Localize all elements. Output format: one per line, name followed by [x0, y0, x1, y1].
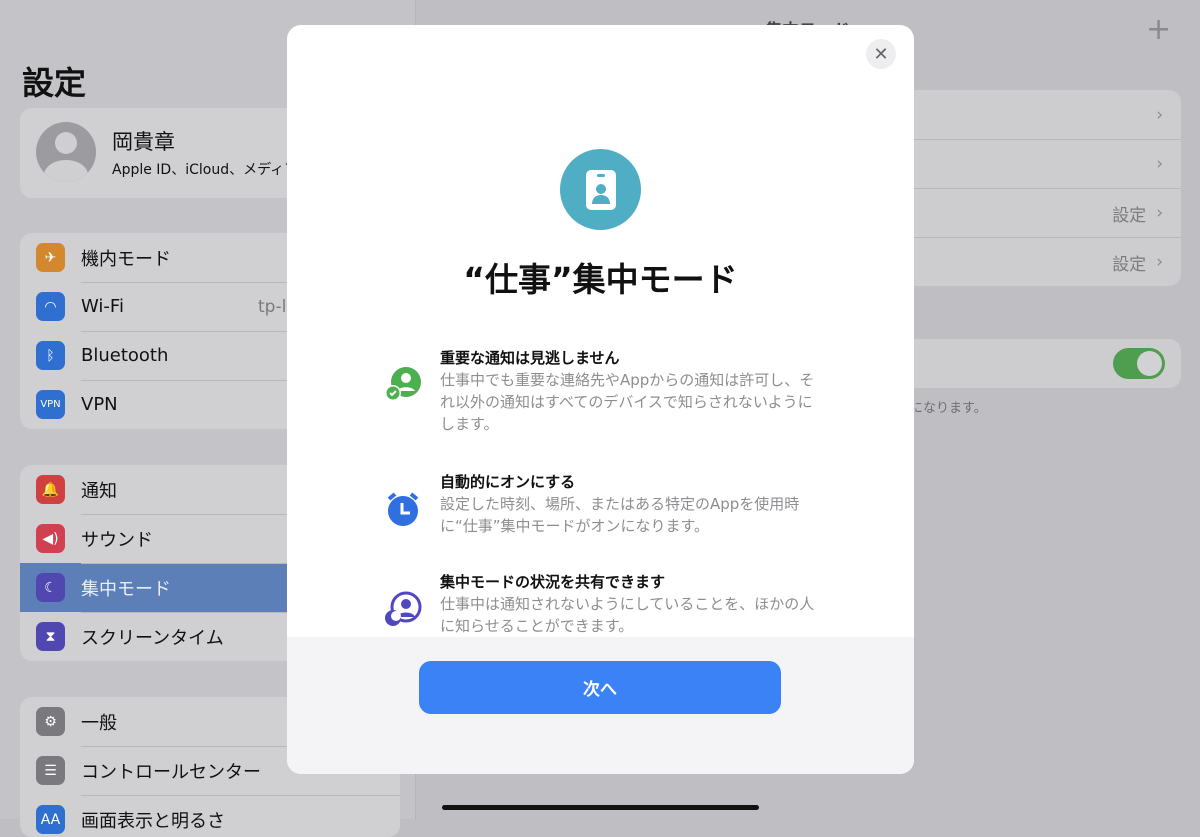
chevron-right-icon: ›	[1156, 203, 1163, 223]
alarm-clock-icon	[383, 489, 423, 529]
sidebar-item-value: tp-l	[258, 296, 287, 317]
focus-row[interactable]: ›	[900, 90, 1181, 139]
avatar	[36, 122, 96, 182]
sidebar-item-label: サウンド	[81, 529, 153, 551]
profile-name: 岡貴章	[112, 130, 175, 154]
share-toggle[interactable]	[1113, 348, 1165, 379]
sidebar-item-label: 一般	[81, 712, 117, 734]
gear-icon: ⚙	[36, 707, 65, 736]
sidebar-item-label: 通知	[81, 480, 117, 502]
sidebar-item-label: Bluetooth	[81, 345, 169, 366]
feature-heading: 重要な通知は見逃しません	[440, 349, 620, 367]
home-indicator	[442, 805, 759, 810]
wifi-icon: ◠	[36, 292, 65, 321]
moon-icon: ☾	[36, 573, 65, 602]
profile-subtitle: Apple ID、iCloud、メディア	[112, 162, 299, 178]
share-row	[900, 339, 1181, 388]
sidebar-item-label: コントロールセンター	[81, 761, 261, 783]
feature-item: 重要な通知は見逃しません仕事中でも重要な連絡先やAppからの通知は許可し、それ以…	[383, 347, 823, 435]
bluetooth-icon: ᛒ	[36, 341, 65, 370]
switches-icon: ☰	[36, 756, 65, 785]
feature-description: 設定した時刻、場所、またはある特定のAppを使用時に“仕事”集中モードがオンにな…	[440, 495, 800, 535]
focus-list: › › 設定 › 設定 ›	[900, 90, 1181, 286]
vpn-icon: VPN	[36, 390, 65, 419]
sidebar-item[interactable]: AA 画面表示と明るさ	[20, 795, 400, 837]
sidebar-item-label: 機内モード	[81, 248, 171, 270]
id-badge-icon	[560, 149, 641, 230]
feature-heading: 自動的にオンにする	[440, 473, 576, 491]
next-button[interactable]: 次へ	[419, 661, 781, 714]
sidebar-item-label: 集中モード	[81, 578, 171, 600]
person-moon-icon	[383, 589, 423, 629]
close-button[interactable]: ✕	[866, 39, 896, 69]
speaker-icon: ◀)	[36, 524, 65, 553]
focus-row[interactable]: 設定 ›	[900, 237, 1181, 286]
sidebar-item-label: スクリーンタイム	[81, 627, 224, 649]
footnote: になります。	[910, 401, 987, 416]
airplane-icon: ✈	[36, 243, 65, 272]
modal-footer: 次へ	[287, 637, 914, 774]
modal-title: “仕事”集中モード	[463, 260, 738, 299]
focus-row[interactable]: 設定 ›	[900, 188, 1181, 237]
feature-heading: 集中モードの状況を共有できます	[440, 573, 666, 591]
bell-icon: 🔔	[36, 475, 65, 504]
sidebar-item-label: VPN	[81, 394, 118, 415]
focus-row[interactable]: ›	[900, 139, 1181, 188]
chevron-right-icon: ›	[1156, 104, 1163, 125]
share-card	[900, 339, 1181, 388]
hourglass-icon: ⧗	[36, 622, 65, 651]
sidebar-item-label: 画面表示と明るさ	[81, 810, 225, 832]
chevron-right-icon: ›	[1156, 252, 1163, 272]
feature-item: 集中モードの状況を共有できます仕事中は通知されないようにしていることを、ほかの人…	[383, 571, 823, 637]
person-check-icon	[383, 365, 423, 405]
sidebar-item-label: Wi-Fi	[81, 296, 124, 317]
page-title: 設定	[22, 64, 87, 102]
focus-setup-modal: ✕ “仕事”集中モード 重要な通知は見逃しません仕事中でも重要な連絡先やAppか…	[287, 25, 914, 774]
feature-item: 自動的にオンにする設定した時刻、場所、またはある特定のAppを使用時に“仕事”集…	[383, 471, 823, 537]
feature-description: 仕事中でも重要な連絡先やAppからの通知は許可し、それ以外の通知はすべてのデバイ…	[440, 371, 815, 433]
brightness-icon: AA	[36, 805, 65, 834]
feature-description: 仕事中は通知されないようにしていることを、ほかの人に知らせることができます。	[440, 595, 815, 635]
add-button[interactable]: +	[1146, 12, 1171, 47]
chevron-right-icon: ›	[1156, 154, 1163, 174]
